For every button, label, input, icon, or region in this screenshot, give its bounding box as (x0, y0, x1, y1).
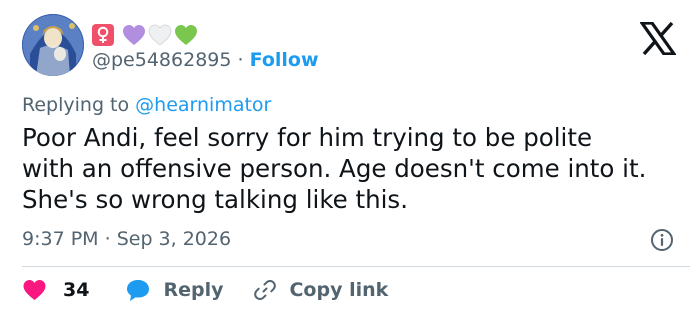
copy-link-button[interactable]: Copy link (253, 278, 388, 302)
venus-icon (92, 24, 114, 46)
green-heart-icon (175, 25, 197, 45)
author-name[interactable] (92, 22, 200, 48)
tweet-text: Poor Andi, feel sorry for him trying to … (22, 122, 692, 215)
tweet-date: Sep 3, 2026 (116, 228, 232, 250)
handle-row: @pe54862895 · Follow (92, 48, 319, 72)
author-handle[interactable]: @pe54862895 (92, 49, 231, 71)
purple-heart-icon (123, 25, 145, 45)
reply-button[interactable]: Reply (125, 278, 223, 302)
x-logo-icon[interactable] (640, 22, 676, 55)
divider (22, 266, 690, 267)
avatar[interactable] (22, 14, 84, 76)
tweet-time: 9:37 PM (22, 228, 99, 250)
separator-dot: · (237, 49, 244, 71)
action-bar: 34 Reply Copy link (22, 276, 388, 304)
avatar-image (22, 14, 84, 76)
link-icon (254, 279, 277, 301)
replying-prefix: Replying to (22, 94, 136, 116)
heart-icon (23, 280, 46, 300)
separator-dot: · (104, 228, 111, 250)
reply-label: Reply (163, 279, 224, 301)
white-heart-icon (148, 24, 172, 46)
reply-bubble-icon (127, 280, 150, 301)
tweet-line: with an offensive person. Age doesn't co… (22, 154, 647, 183)
timestamp[interactable]: 9:37 PM · Sep 3, 2026 (22, 227, 231, 251)
like-count: 34 (63, 279, 90, 301)
replying-mention-link[interactable]: @hearnimator (135, 94, 271, 116)
follow-button[interactable]: Follow (250, 49, 319, 71)
tweet-line: Poor Andi, feel sorry for him trying to … (22, 123, 593, 152)
info-icon[interactable] (650, 228, 674, 252)
like-button[interactable]: 34 (22, 278, 89, 302)
tweet-line: She's so wrong talking like this. (22, 185, 408, 214)
replying-to: Replying to @hearnimator (22, 93, 271, 117)
copy-link-label: Copy link (289, 279, 389, 301)
